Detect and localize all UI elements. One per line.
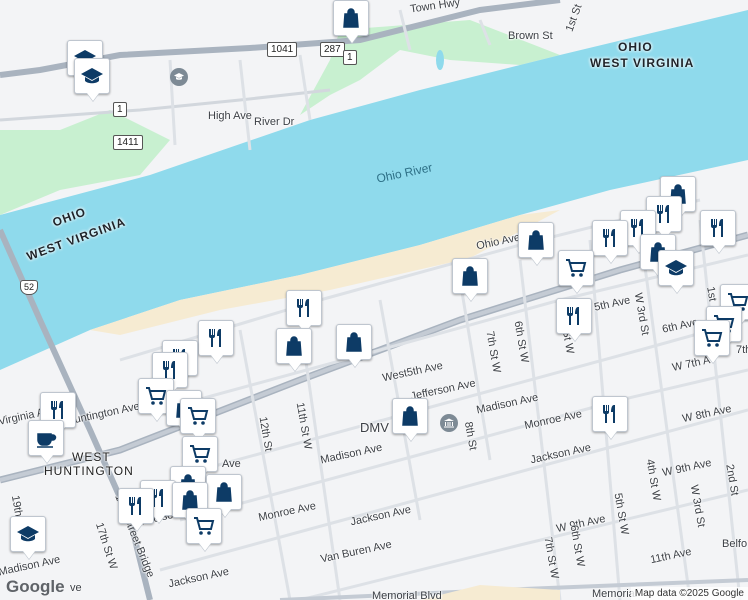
map-marker-grocery[interactable] (558, 250, 594, 286)
restaurant-icon (567, 307, 579, 325)
graduation-cap-icon (17, 526, 39, 542)
restaurant-icon (51, 401, 63, 419)
map-marker-shopping[interactable] (276, 328, 312, 364)
shopping-cart-icon (566, 259, 587, 277)
restaurant-icon (603, 405, 615, 423)
us-route-shield-52: 52 (20, 280, 38, 295)
dmv-poi[interactable] (440, 414, 458, 432)
map-marker-restaurant[interactable] (700, 210, 736, 246)
shopping-cart-icon (188, 407, 209, 425)
map-marker-shopping[interactable] (392, 398, 428, 434)
map-marker-restaurant[interactable] (592, 220, 628, 256)
school-poi[interactable] (170, 68, 188, 86)
map-marker-restaurant[interactable] (556, 298, 592, 334)
map-marker-school[interactable] (74, 58, 110, 94)
street-label-7th: 7th (736, 344, 748, 356)
route-shield-1: 1 (343, 50, 357, 65)
shopping-bag-icon (528, 230, 544, 250)
map-marker-grocery[interactable] (694, 320, 730, 356)
shopping-bag-icon (346, 332, 362, 352)
dmv-label[interactable]: DMV (360, 420, 389, 435)
state-label-west-virginia: WEST VIRGINIA (590, 56, 695, 70)
street-label-memorial-blvd: Memorial Blvd (372, 590, 442, 600)
restaurant-icon (297, 299, 309, 317)
map-marker-shopping[interactable] (206, 474, 242, 510)
map-marker-cafe[interactable] (28, 420, 64, 456)
map-marker-restaurant[interactable] (118, 488, 154, 524)
shopping-cart-icon (194, 517, 215, 535)
map-marker-shopping[interactable] (452, 258, 488, 294)
coffee-cup-icon (37, 433, 57, 448)
map-marker-restaurant[interactable] (286, 290, 322, 326)
street-label-ave-frag: Ave (222, 458, 241, 470)
restaurant-icon (711, 219, 723, 237)
restaurant-icon (209, 329, 221, 347)
map-marker-restaurant[interactable] (198, 320, 234, 356)
route-shield-287: 287 (320, 42, 345, 57)
graduation-cap-icon (174, 73, 184, 80)
map-canvas[interactable]: OHIO WEST VIRGINIA OHIO WEST VIRGINIA Oh… (0, 0, 748, 600)
google-logo[interactable]: Google (6, 577, 65, 597)
restaurant-icon (603, 229, 615, 247)
map-marker-shopping[interactable] (518, 222, 554, 258)
graduation-cap-icon (81, 68, 103, 84)
map-marker-shopping[interactable] (336, 324, 372, 360)
shopping-bag-icon (286, 336, 302, 356)
shopping-bag-icon (462, 266, 478, 286)
bank-icon (444, 418, 454, 428)
shopping-cart-icon (190, 445, 211, 463)
graduation-cap-icon (665, 260, 687, 276)
shopping-bag-icon (343, 8, 359, 28)
map-marker-grocery[interactable] (180, 398, 216, 434)
map-attribution[interactable]: Map data ©2025 Google (630, 587, 748, 600)
shopping-bag-icon (402, 406, 418, 426)
place-label-line2: HUNTINGTON (44, 464, 134, 478)
place-label-line1: WEST (72, 450, 111, 464)
street-label-high-ave: High Ave (208, 110, 252, 122)
state-label-ohio: OHIO (618, 40, 653, 54)
street-label-river-dr: River Dr (254, 116, 295, 128)
shopping-cart-icon (146, 387, 167, 405)
map-marker-restaurant[interactable] (592, 396, 628, 432)
route-shield-1411: 1411 (113, 135, 143, 150)
route-shield-1-lower: 1 (113, 102, 127, 117)
street-label-belfo: Belfo (722, 538, 748, 550)
shopping-cart-icon (702, 329, 723, 347)
street-label-brown-st: Brown St (508, 30, 553, 42)
shopping-bag-icon (216, 482, 232, 502)
map-marker-school[interactable] (10, 516, 46, 552)
map-marker-shopping[interactable] (333, 0, 369, 36)
map-marker-grocery[interactable] (186, 508, 222, 544)
street-label-1st-right: 1st (704, 285, 719, 303)
map-marker-school[interactable] (658, 250, 694, 286)
route-shield-1041: 1041 (267, 42, 298, 57)
restaurant-icon (129, 497, 141, 515)
street-label-ve-frag: ve (70, 582, 82, 594)
